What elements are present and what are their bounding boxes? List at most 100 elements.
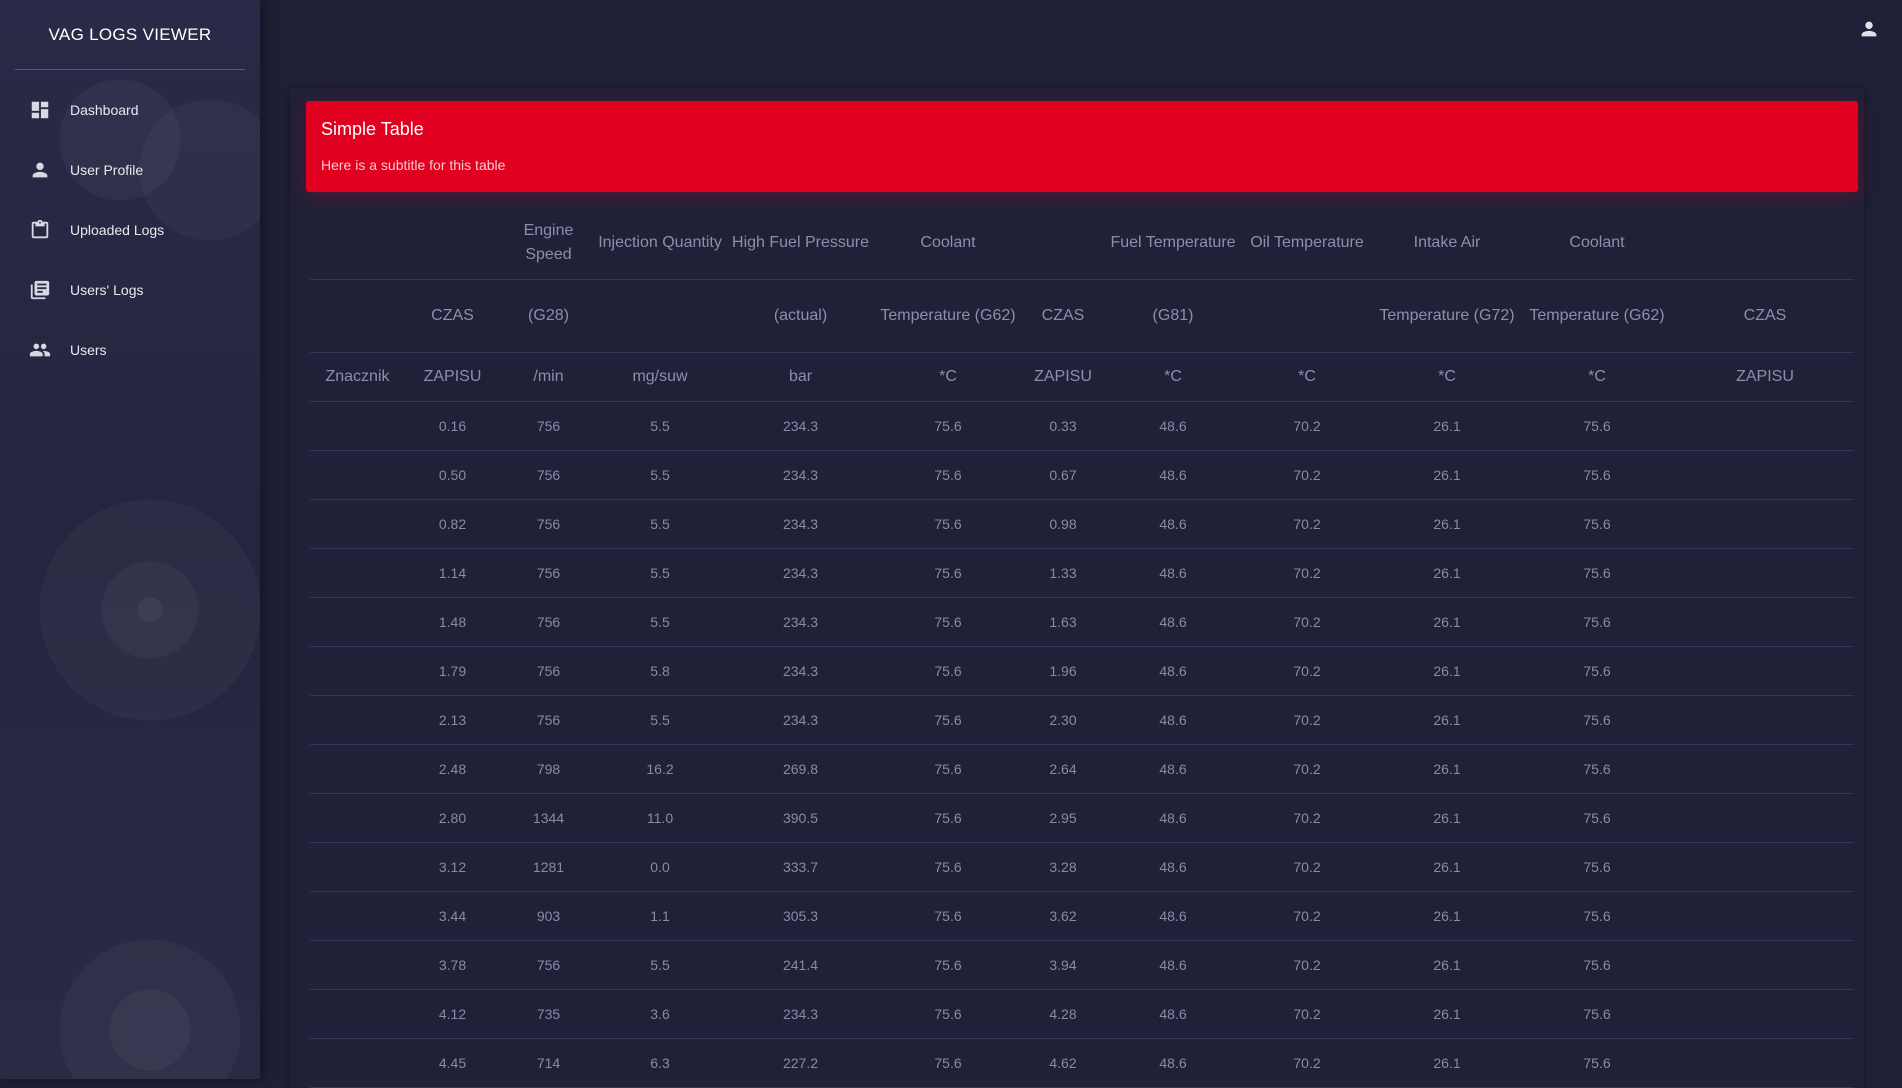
column-header: (G81) bbox=[1108, 279, 1238, 353]
column-header: /min bbox=[500, 352, 597, 402]
table-cell: 1.33 bbox=[1018, 548, 1108, 598]
table-cell: 75.6 bbox=[878, 891, 1018, 941]
table-cell bbox=[310, 842, 405, 892]
table-cell bbox=[1676, 842, 1854, 892]
table-row: 4.45 714 6.3 227.2 75.6 4.62 48.6 70.2 26.1 75.6 bbox=[310, 1038, 1854, 1088]
sidebar-item-dashboard[interactable]: Dashboard bbox=[0, 80, 260, 140]
sidebar-item-uploaded-logs[interactable]: Uploaded Logs bbox=[0, 200, 260, 260]
table-cell: 234.3 bbox=[723, 695, 878, 745]
column-header: *C bbox=[1238, 352, 1376, 402]
column-header: High Fuel Pressure bbox=[723, 207, 878, 280]
table-cell: 2.64 bbox=[1018, 744, 1108, 794]
table-cell: 0.33 bbox=[1018, 401, 1108, 451]
table-cell: 1.48 bbox=[405, 597, 500, 647]
column-header: Injection Quantity bbox=[597, 207, 723, 280]
column-header: *C bbox=[1376, 352, 1518, 402]
table-cell: 26.1 bbox=[1376, 695, 1518, 745]
table-cell: 269.8 bbox=[723, 744, 878, 794]
table-cell: 4.12 bbox=[405, 989, 500, 1039]
table-cell: 1344 bbox=[500, 793, 597, 843]
table-cell: 0.50 bbox=[405, 450, 500, 500]
table-cell: 5.5 bbox=[597, 548, 723, 598]
sidebar-item-label: Uploaded Logs bbox=[70, 222, 165, 238]
table-cell: 75.6 bbox=[1518, 1038, 1676, 1088]
table-cell: 3.12 bbox=[405, 842, 500, 892]
table-cell bbox=[1676, 744, 1854, 794]
table-cell: 70.2 bbox=[1238, 891, 1376, 941]
column-header: Temperature (G62) bbox=[878, 279, 1018, 353]
sidebar-item-users-logs[interactable]: Users' Logs bbox=[0, 260, 260, 320]
column-header: Fuel Temperature bbox=[1108, 207, 1238, 280]
table-cell: 5.8 bbox=[597, 646, 723, 696]
sidebar-item-users[interactable]: Users bbox=[0, 320, 260, 380]
table-cell: 234.3 bbox=[723, 450, 878, 500]
table-cell: 234.3 bbox=[723, 499, 878, 549]
table-cell: 70.2 bbox=[1238, 989, 1376, 1039]
table-cell: 1.79 bbox=[405, 646, 500, 696]
table-cell: 333.7 bbox=[723, 842, 878, 892]
table-cell: 75.6 bbox=[878, 695, 1018, 745]
sidebar-nav: Dashboard User Profile Uploaded Logs Use… bbox=[0, 80, 260, 380]
table-cell: 48.6 bbox=[1108, 548, 1238, 598]
sidebar-item-user-profile[interactable]: User Profile bbox=[0, 140, 260, 200]
column-header: ZAPISU bbox=[405, 352, 500, 402]
table-cell: 48.6 bbox=[1108, 1038, 1238, 1088]
table-cell bbox=[310, 940, 405, 990]
table-row: 1.14 756 5.5 234.3 75.6 1.33 48.6 70.2 26.1 75.6 bbox=[310, 548, 1854, 598]
sidebar-item-label: Users' Logs bbox=[70, 282, 144, 298]
table-cell: 70.2 bbox=[1238, 695, 1376, 745]
table-cell: 234.3 bbox=[723, 646, 878, 696]
table-cell: 70.2 bbox=[1238, 1038, 1376, 1088]
table-cell: 70.2 bbox=[1238, 842, 1376, 892]
table-cell: 48.6 bbox=[1108, 793, 1238, 843]
table-cell: 305.3 bbox=[723, 891, 878, 941]
table-cell: 48.6 bbox=[1108, 695, 1238, 745]
table-cell bbox=[310, 401, 405, 451]
table-cell: 2.13 bbox=[405, 695, 500, 745]
table-cell: 75.6 bbox=[878, 940, 1018, 990]
table-cell: 3.94 bbox=[1018, 940, 1108, 990]
column-header bbox=[1238, 279, 1376, 353]
table-cell: 3.44 bbox=[405, 891, 500, 941]
table-cell: 241.4 bbox=[723, 940, 878, 990]
column-header: *C bbox=[1518, 352, 1676, 402]
table-cell: 75.6 bbox=[1518, 646, 1676, 696]
table-cell: 234.3 bbox=[723, 401, 878, 451]
table-cell bbox=[310, 793, 405, 843]
table-cell: 756 bbox=[500, 646, 597, 696]
table-cell: 756 bbox=[500, 940, 597, 990]
column-header: (actual) bbox=[723, 279, 878, 353]
table-cell bbox=[1676, 695, 1854, 745]
table-header-row: CZAS (G28) (actual) Temperature (G62) CZAS (G… bbox=[310, 279, 1854, 353]
table-cell: 75.6 bbox=[1518, 548, 1676, 598]
table-cell bbox=[1676, 793, 1854, 843]
table-cell bbox=[1676, 499, 1854, 549]
app-title[interactable]: VAG LOGS VIEWER bbox=[15, 0, 245, 70]
table-cell: 1.63 bbox=[1018, 597, 1108, 647]
table-cell: 5.5 bbox=[597, 499, 723, 549]
table-row: 1.79 756 5.8 234.3 75.6 1.96 48.6 70.2 26.1 75.6 bbox=[310, 646, 1854, 696]
library-books-icon bbox=[28, 278, 52, 302]
table-cell: 70.2 bbox=[1238, 450, 1376, 500]
table-cell: 70.2 bbox=[1238, 401, 1376, 451]
column-header bbox=[310, 279, 405, 353]
table-row: 2.13 756 5.5 234.3 75.6 2.30 48.6 70.2 26.1 75.6 bbox=[310, 695, 1854, 745]
table-cell: 26.1 bbox=[1376, 401, 1518, 451]
column-header: Znacznik bbox=[310, 352, 405, 402]
column-header: ZAPISU bbox=[1018, 352, 1108, 402]
table-cell: 26.1 bbox=[1376, 597, 1518, 647]
table-cell: 75.6 bbox=[878, 597, 1018, 647]
table-cell: 234.3 bbox=[723, 989, 878, 1039]
card-subtitle: Here is a subtitle for this table bbox=[321, 157, 506, 173]
table-cell: 390.5 bbox=[723, 793, 878, 843]
table-cell: 26.1 bbox=[1376, 744, 1518, 794]
account-icon[interactable] bbox=[1858, 18, 1880, 40]
table-row: 3.12 1281 0.0 333.7 75.6 3.28 48.6 70.2 26.1 75.6 bbox=[310, 842, 1854, 892]
table-cell: 26.1 bbox=[1376, 646, 1518, 696]
table-cell bbox=[1676, 1038, 1854, 1088]
table-cell: 75.6 bbox=[878, 401, 1018, 451]
table-cell: 75.6 bbox=[1518, 401, 1676, 451]
table-cell: 1.1 bbox=[597, 891, 723, 941]
table-cell: 2.95 bbox=[1018, 793, 1108, 843]
column-header: Oil Temperature bbox=[1238, 207, 1376, 280]
